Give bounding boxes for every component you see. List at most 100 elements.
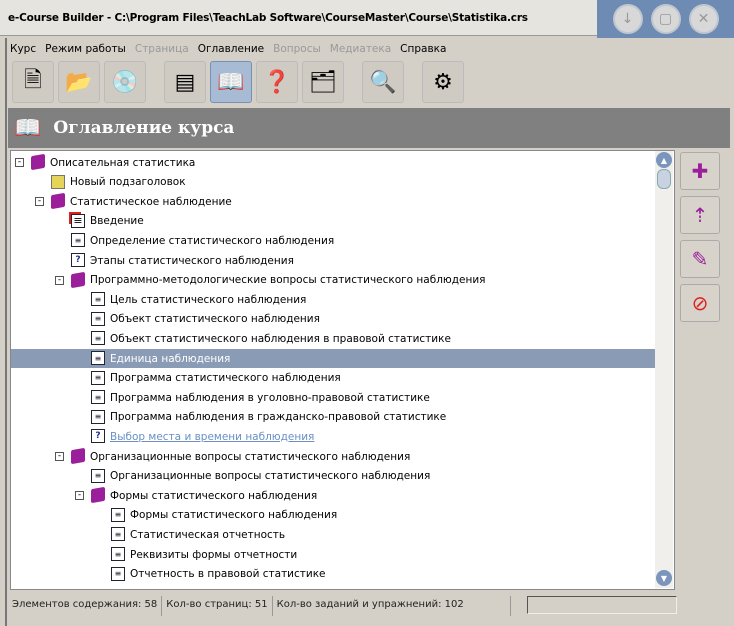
question-page-icon: ? (71, 253, 85, 267)
tree-item[interactable]: ≡ Введение (11, 212, 656, 231)
section-header: 📖 Оглавление курса (8, 108, 730, 148)
edit-item-icon: ✎ (691, 247, 709, 271)
scroll-thumb[interactable] (657, 169, 671, 189)
preview-button[interactable]: 🔍 (362, 61, 404, 103)
menu-item[interactable]: Режим работы (45, 43, 126, 55)
menu-item: Вопросы (273, 43, 321, 55)
publish-cd-button[interactable]: 💿 (104, 61, 146, 103)
tree-item-label: Статистическое наблюдение (70, 195, 232, 208)
tree-item[interactable]: ≡ Программа статистического наблюдения (11, 369, 656, 388)
delete-item-button[interactable]: ⊘ (680, 284, 720, 322)
page-editor-button[interactable]: ▤ (164, 61, 206, 103)
page-icon: ≡ (91, 351, 105, 365)
tree-item[interactable]: ≡ Определение статистического наблюдения (11, 231, 656, 250)
tree-item[interactable]: - Статистическое наблюдение (11, 192, 656, 211)
expand-toggle-icon[interactable]: - (15, 158, 24, 167)
new-course-icon: 🗎 (24, 68, 42, 93)
contents-book-icon: 📖 (217, 69, 245, 95)
tree-item[interactable]: - Формы статистического наблюдения (11, 486, 656, 505)
menu-item[interactable]: Справка (400, 43, 446, 55)
maximize-button[interactable]: ▢ (650, 4, 681, 34)
tree-item[interactable]: ≡ Организационные вопросы статистического… (11, 467, 656, 486)
page-icon: ≡ (91, 292, 105, 307)
page-title: Оглавление курса (53, 118, 235, 138)
page-icon: ≡ (71, 233, 85, 248)
preview-icon: 🔍 (369, 69, 397, 95)
new-course-button[interactable]: 🗎 (12, 61, 54, 103)
book-icon (51, 192, 65, 210)
tree-item[interactable]: ? Этапы статистического наблюдения (11, 251, 656, 270)
open-course-button[interactable]: 📂 (58, 61, 100, 103)
tree-item-label: Объект статистического наблюдения в прав… (110, 332, 451, 345)
tree-item[interactable]: ≡ Цель статистического наблюдения (11, 290, 656, 309)
page-icon: ≡ (91, 370, 105, 385)
tree-item[interactable]: - Организационные вопросы статистического… (11, 447, 656, 466)
tree-item[interactable]: ≡ Статистическая отчетность (11, 525, 656, 544)
page-icon: ≡ (111, 566, 125, 581)
page-icon: ≡ (111, 527, 125, 542)
expand-toggle-icon[interactable]: - (35, 197, 44, 207)
status-progress-box (526, 596, 677, 614)
folder-icon (51, 174, 65, 189)
add-subitem-icon: ⇡ (691, 203, 709, 227)
tree-item-label: Формы статистического наблюдения (130, 509, 338, 522)
tree-item[interactable]: ≡ Объект статистического наблюдения в пра… (11, 329, 656, 348)
add-item-button[interactable]: ✚ (680, 152, 720, 190)
tree-item[interactable]: ? Выбор места и времени наблюдения (11, 427, 656, 446)
scroll-down-button[interactable]: ▼ (656, 570, 672, 586)
book-icon (71, 271, 85, 288)
window-controls: ↓ ▢ ✕ (597, 0, 734, 38)
question-page-icon: ? (91, 429, 105, 444)
media-library-button[interactable]: 🗂 (302, 61, 344, 103)
questions-button[interactable]: ❓ (256, 61, 298, 103)
status-elements: Элементов содержания: 58 (8, 596, 163, 616)
questions-icon: ❓ (263, 69, 291, 95)
add-subitem-button[interactable]: ⇡ (680, 196, 720, 234)
tree-item[interactable]: ≡ Программа наблюдения в уголовно-правово… (11, 388, 656, 407)
status-tasks: Кол-во заданий и упражнений: 102 (273, 596, 511, 616)
menu-item[interactable]: Курс (10, 43, 36, 55)
tree-item[interactable]: ≡ Программа наблюдения в гражданско-право… (11, 408, 656, 427)
tree-actions-panel: ✚ ⇡ ✎ ⊘ (680, 152, 728, 322)
tree-item[interactable]: - Описательная статистика (11, 153, 656, 172)
tree-item[interactable]: ≡ Отчетность в правовой статистике (11, 565, 656, 584)
menu-bar: Курс Режим работы Страница Оглавление Вопрос… (10, 40, 446, 58)
tree-item-label: Выбор места и времени наблюдения (110, 430, 315, 443)
media-library-icon: 🗂 (309, 69, 337, 95)
contents-book-button[interactable]: 📖 (210, 61, 252, 103)
tree-item[interactable]: ≡ Формы статистического наблюдения (11, 506, 656, 525)
menu-item: Страница (134, 43, 189, 55)
scroll-up-button[interactable]: ▲ (656, 152, 672, 168)
expand-toggle-icon[interactable]: - (55, 452, 64, 461)
status-bar: Элементов содержания: 58 Кол-во страниц:… (8, 596, 730, 616)
intro-page-icon: ≡ (71, 213, 85, 228)
tree-item[interactable]: ≡ Единица наблюдения (11, 349, 656, 368)
add-item-icon: ✚ (691, 159, 709, 183)
minimize-button[interactable]: ↓ (612, 4, 643, 34)
toolbar-separator (348, 61, 358, 105)
tree-item[interactable]: Новый подзаголовок (11, 173, 656, 192)
settings-button[interactable]: ⚙ (422, 61, 464, 103)
tree-item-label: Введение (90, 215, 144, 228)
tree-item-label: Программа наблюдения в гражданско-правов… (110, 411, 447, 424)
tree-item[interactable]: ≡ Реквизиты формы отчетности (11, 545, 656, 564)
page-icon: ≡ (91, 311, 105, 326)
page-icon: ≡ (111, 507, 125, 522)
menu-item[interactable]: Оглавление (198, 43, 264, 55)
page-icon: ≡ (111, 547, 125, 561)
tree-item[interactable]: ≡ Объект статистического наблюдения (11, 310, 656, 329)
page-icon: ≡ (91, 331, 105, 346)
edit-item-button[interactable]: ✎ (680, 240, 720, 278)
close-button[interactable]: ✕ (688, 4, 719, 34)
status-pages: Кол-во страниц: 51 (162, 596, 273, 616)
tree-item-label: Цель статистического наблюдения (110, 293, 307, 306)
tree-item-label: Статистическая отчетность (130, 528, 286, 541)
contents-tree[interactable]: - Описательная статистика Новый подзаголов… (10, 150, 675, 590)
vertical-scrollbar[interactable]: ▲ ▼ (655, 151, 673, 588)
page-icon: ≡ (91, 409, 105, 424)
expand-toggle-icon[interactable]: - (55, 275, 64, 285)
expand-toggle-icon[interactable]: - (75, 491, 84, 501)
tree-item-label: Единица наблюдения (110, 352, 231, 365)
open-book-icon: 📖 (14, 115, 42, 141)
tree-item[interactable]: - Программно-методологические вопросы ста… (11, 271, 656, 290)
